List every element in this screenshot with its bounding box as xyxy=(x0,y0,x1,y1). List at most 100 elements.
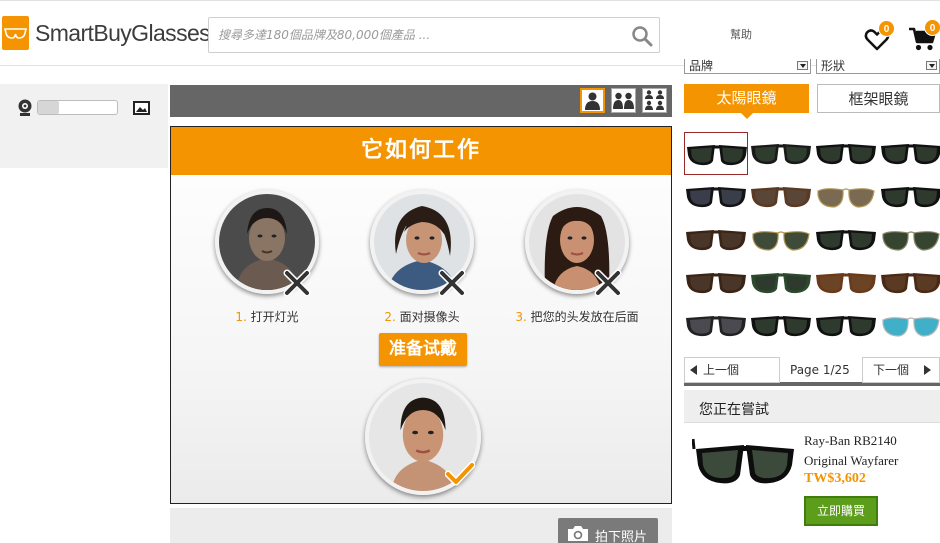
sunglasses-icon xyxy=(686,230,746,251)
now-trying-title: 您正在嘗試 xyxy=(699,402,769,418)
glasses-thumbnail[interactable] xyxy=(749,304,813,347)
product-name[interactable]: Ray-Ban RB2140 Original Wayfarer xyxy=(804,431,934,471)
step-caption: 2. 面对摄像头 xyxy=(352,308,492,325)
step-caption: 1. 打开灯光 xyxy=(197,308,337,325)
compare-two-view-button[interactable] xyxy=(611,88,636,113)
sunglasses-icon xyxy=(686,187,746,208)
cart-button[interactable]: 0 xyxy=(908,19,940,57)
product-price: TW$3,602 xyxy=(804,471,866,486)
glasses-thumbnail[interactable] xyxy=(749,218,813,261)
brand-dropdown[interactable]: 品牌 xyxy=(684,59,811,74)
x-mark-icon xyxy=(594,269,622,297)
glasses-thumbnail[interactable] xyxy=(814,261,878,304)
buy-now-button[interactable]: 立即購買 xyxy=(804,496,878,526)
four-person-icon xyxy=(645,90,664,110)
help-link[interactable]: 幫助 xyxy=(730,26,752,42)
x-mark-icon xyxy=(438,269,466,297)
wishlist-count-badge: 0 xyxy=(878,20,895,37)
arrow-left-icon xyxy=(690,365,697,375)
top-header: SmartBuyGlasses 幫助 0 0 xyxy=(0,0,940,66)
take-photo-button[interactable]: 拍下照片 xyxy=(558,518,658,543)
step-label: 打开灯光 xyxy=(250,310,299,324)
glasses-thumbnail[interactable] xyxy=(814,175,878,218)
sunglasses-icon xyxy=(816,230,876,251)
step-hair-back: 3. 把您的头发放在后面 xyxy=(497,190,657,325)
search-box xyxy=(208,17,660,53)
product-image[interactable] xyxy=(692,431,798,495)
camera-icon xyxy=(568,526,588,541)
take-photo-label: 拍下照片 xyxy=(595,530,648,543)
correct-pose-example xyxy=(365,379,481,495)
glasses-grid xyxy=(684,132,940,347)
sunglasses-icon xyxy=(881,144,940,165)
zoom-slider-handle[interactable] xyxy=(38,101,59,114)
sunglasses-icon xyxy=(816,144,876,165)
tab-sunglasses[interactable]: 太陽眼鏡 xyxy=(684,84,809,119)
sunglasses-icon xyxy=(816,273,876,294)
logo[interactable]: SmartBuyGlasses xyxy=(2,15,211,51)
webcam-icon[interactable] xyxy=(17,99,33,117)
glasses-thumbnail[interactable] xyxy=(684,261,748,304)
arrow-right-icon xyxy=(924,365,931,375)
glasses-thumbnail[interactable] xyxy=(749,261,813,304)
step-number: 2. xyxy=(384,310,396,324)
glasses-thumbnail[interactable] xyxy=(749,175,813,218)
sunglasses-icon xyxy=(686,316,746,337)
shape-dropdown-label: 形狀 xyxy=(821,59,846,73)
glasses-thumbnail[interactable] xyxy=(879,261,940,304)
sunglasses-icon xyxy=(881,187,940,208)
glasses-thumbnail[interactable] xyxy=(684,218,748,261)
sunglasses-icon xyxy=(751,144,811,165)
step-number: 3. xyxy=(515,310,527,324)
glasses-thumbnail[interactable] xyxy=(879,132,940,175)
glasses-thumbnail[interactable] xyxy=(879,218,940,261)
glasses-thumbnail[interactable] xyxy=(814,132,878,175)
compare-four-view-button[interactable] xyxy=(642,88,667,113)
glasses-thumbnail[interactable] xyxy=(684,132,748,175)
glasses-thumbnail[interactable] xyxy=(814,304,878,347)
step-label: 把您的头发放在后面 xyxy=(530,310,639,324)
search-input[interactable] xyxy=(209,18,609,52)
image-icon[interactable] xyxy=(133,101,150,115)
wishlist-button[interactable]: 0 xyxy=(864,20,895,57)
glasses-thumbnail[interactable] xyxy=(814,218,878,261)
how-it-works-panel: 它如何工作 1. 打开灯光 2. 面对摄像头 3. 把您的头发放在后面 准备试戴 xyxy=(170,126,672,504)
glasses-thumbnail[interactable] xyxy=(684,175,748,218)
sunglasses-icon xyxy=(751,187,811,208)
x-mark-icon xyxy=(283,269,311,297)
prev-page-label: 上一個 xyxy=(703,363,740,377)
glasses-thumbnail[interactable] xyxy=(749,132,813,175)
sunglasses-icon xyxy=(752,231,810,251)
camera-controls xyxy=(0,84,168,168)
chevron-down-icon xyxy=(926,61,937,70)
chevron-down-icon xyxy=(797,61,808,70)
logo-text: SmartBuyGlasses xyxy=(35,19,211,46)
sunglasses-icon xyxy=(881,273,940,294)
sunglasses-icon xyxy=(882,317,940,337)
zoom-slider[interactable] xyxy=(37,100,118,115)
filter-bar: 品牌 形狀 xyxy=(683,58,940,76)
next-page-button[interactable]: 下一個 xyxy=(862,357,940,383)
category-tabs: 太陽眼鏡 框架眼鏡 xyxy=(684,84,940,119)
shape-dropdown[interactable]: 形狀 xyxy=(816,59,940,74)
now-trying-card: Ray-Ban RB2140 Original Wayfarer TW$3,60… xyxy=(684,422,940,543)
step-face-camera: 2. 面对摄像头 xyxy=(352,190,492,325)
ready-to-try-button[interactable]: 准备试戴 xyxy=(379,333,467,366)
step-number: 1. xyxy=(235,310,247,324)
glasses-thumbnail[interactable] xyxy=(684,304,748,347)
sunglasses-icon xyxy=(751,316,811,337)
glasses-thumbnail[interactable] xyxy=(879,175,940,218)
brand-dropdown-label: 品牌 xyxy=(689,59,714,73)
prev-page-button[interactable]: 上一個 xyxy=(684,357,780,383)
logo-mark-icon xyxy=(2,16,29,50)
sunglasses-icon xyxy=(882,231,940,251)
checkmark-icon xyxy=(445,461,475,486)
two-person-icon xyxy=(613,92,634,109)
search-icon[interactable] xyxy=(631,25,653,47)
glasses-thumbnail[interactable] xyxy=(879,304,940,347)
sunglasses-icon xyxy=(687,145,747,166)
single-person-icon xyxy=(585,92,600,110)
next-page-label: 下一個 xyxy=(873,363,910,377)
single-view-button[interactable] xyxy=(580,88,605,113)
tab-frames[interactable]: 框架眼鏡 xyxy=(817,84,940,113)
